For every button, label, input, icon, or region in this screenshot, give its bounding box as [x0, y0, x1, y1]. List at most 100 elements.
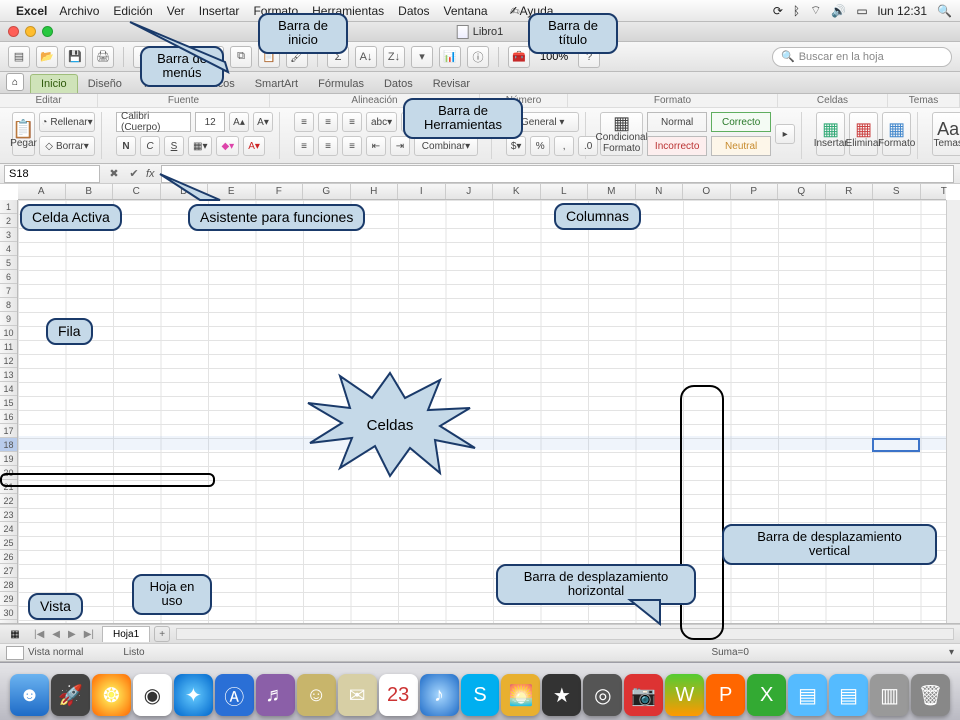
toolbox-button[interactable]: 🧰: [508, 46, 530, 68]
row-6[interactable]: 6: [0, 270, 17, 284]
column-headers[interactable]: ABCDEFGHIJKLMNOPQRST: [18, 184, 946, 200]
row-9[interactable]: 9: [0, 312, 17, 326]
paste-big-button[interactable]: 📋Pegar: [12, 112, 35, 156]
font-size[interactable]: 12: [195, 112, 225, 132]
docx-icon[interactable]: ▤: [788, 674, 827, 716]
docx2-icon[interactable]: ▤: [829, 674, 868, 716]
launchpad-icon[interactable]: 🚀: [51, 674, 90, 716]
wifi-icon[interactable]: ⌔: [810, 3, 821, 18]
col-P[interactable]: P: [731, 184, 779, 199]
merge-button[interactable]: Combinar ▾: [414, 136, 478, 156]
orientation-button[interactable]: abc▾: [366, 112, 397, 132]
menu-archivo[interactable]: Archivo: [59, 4, 99, 18]
col-D[interactable]: D: [161, 184, 209, 199]
row-headers[interactable]: 1234567891011121314151617181920212223242…: [0, 200, 18, 623]
font-select[interactable]: Calibri (Cuerpo): [116, 112, 191, 132]
col-B[interactable]: B: [66, 184, 114, 199]
row-11[interactable]: 11: [0, 340, 17, 354]
row-13[interactable]: 13: [0, 368, 17, 382]
indent-dec-button[interactable]: ⇤: [366, 136, 386, 156]
row-25[interactable]: 25: [0, 536, 17, 550]
minimize-window-button[interactable]: [25, 26, 36, 37]
col-R[interactable]: R: [826, 184, 874, 199]
tab-datos[interactable]: Datos: [374, 75, 423, 93]
formula-bar[interactable]: [161, 165, 954, 183]
row-16[interactable]: 16: [0, 410, 17, 424]
col-Q[interactable]: Q: [778, 184, 826, 199]
delete-cells-button[interactable]: ▦Eliminar: [849, 112, 878, 156]
name-box[interactable]: S18: [4, 165, 100, 183]
align-center-button[interactable]: ≡: [318, 136, 338, 156]
file-icon[interactable]: ▥: [870, 674, 909, 716]
align-bot-button[interactable]: ≡: [342, 112, 362, 132]
tab-smartart[interactable]: SmartArt: [245, 75, 308, 93]
chrome-icon[interactable]: ◉: [133, 674, 172, 716]
save-button[interactable]: 💾: [64, 46, 86, 68]
currency-button[interactable]: $▾: [506, 136, 526, 156]
align-left-button[interactable]: ≡: [294, 136, 314, 156]
show-formulas-button[interactable]: ⓘ: [467, 46, 489, 68]
comma-button[interactable]: ,: [554, 136, 574, 156]
trash-icon[interactable]: 🗑: [911, 674, 950, 716]
align-right-button[interactable]: ≡: [342, 136, 362, 156]
nav-last[interactable]: ▶|: [84, 629, 94, 640]
nav-first[interactable]: |◀: [34, 629, 44, 640]
aperture-icon[interactable]: ◎: [583, 674, 622, 716]
grow-font-button[interactable]: A▴: [229, 112, 249, 132]
nav-next[interactable]: ▶: [68, 629, 76, 640]
row-30[interactable]: 30: [0, 606, 17, 620]
menu-datos[interactable]: Datos: [398, 4, 429, 18]
chart-button[interactable]: 📊: [439, 46, 461, 68]
calendar-icon[interactable]: 23: [379, 674, 418, 716]
row-29[interactable]: 29: [0, 592, 17, 606]
style-neutral[interactable]: Neutral: [711, 136, 771, 156]
fx-icon[interactable]: fx: [146, 168, 155, 180]
mail-icon[interactable]: ✉: [338, 674, 377, 716]
rellenar-button[interactable]: ◔ Rellenar ▾: [39, 112, 95, 132]
bold-button[interactable]: N: [116, 136, 136, 156]
row-3[interactable]: 3: [0, 228, 17, 242]
sort-desc-button[interactable]: Z↓: [383, 46, 405, 68]
imovie-icon[interactable]: ★: [542, 674, 581, 716]
col-M[interactable]: M: [588, 184, 636, 199]
menu-ventana[interactable]: Ventana: [444, 4, 488, 18]
col-A[interactable]: A: [18, 184, 66, 199]
row-7[interactable]: 7: [0, 284, 17, 298]
music-icon[interactable]: ♪: [420, 674, 459, 716]
horizontal-scrollbar[interactable]: [176, 628, 954, 640]
status-expand[interactable]: ▾: [949, 647, 954, 658]
italic-button[interactable]: C: [140, 136, 160, 156]
row-17[interactable]: 17: [0, 424, 17, 438]
tab-diseno[interactable]: Diseño: [78, 75, 132, 93]
col-J[interactable]: J: [446, 184, 494, 199]
app-name[interactable]: Excel: [16, 4, 47, 18]
row-19[interactable]: 19: [0, 452, 17, 466]
insert-cells-button[interactable]: ▦Insertar: [816, 112, 845, 156]
bluetooth-icon[interactable]: ᛒ: [793, 4, 800, 18]
excel-icon[interactable]: X: [747, 674, 786, 716]
col-N[interactable]: N: [636, 184, 684, 199]
col-H[interactable]: H: [351, 184, 399, 199]
border-button[interactable]: ▦▾: [188, 136, 212, 156]
open-button[interactable]: 📂: [36, 46, 58, 68]
row-23[interactable]: 23: [0, 508, 17, 522]
fill-color-button[interactable]: ◆▾: [216, 136, 239, 156]
volume-icon[interactable]: 🔊: [831, 4, 846, 18]
menu-edicion[interactable]: Edición: [113, 4, 152, 18]
row-4[interactable]: 4: [0, 242, 17, 256]
align-top-button[interactable]: ≡: [294, 112, 314, 132]
nav-prev[interactable]: ◀: [52, 629, 60, 640]
home-icon[interactable]: ⌂: [6, 73, 24, 91]
close-window-button[interactable]: [8, 26, 19, 37]
sync-icon[interactable]: ⟳: [773, 4, 783, 18]
row-5[interactable]: 5: [0, 256, 17, 270]
styles-more-button[interactable]: ▸: [775, 124, 795, 144]
row-14[interactable]: 14: [0, 382, 17, 396]
row-2[interactable]: 2: [0, 214, 17, 228]
conditional-format-button[interactable]: ▦CondicionalFormato: [600, 112, 643, 156]
underline-button[interactable]: S: [164, 136, 184, 156]
skype-icon[interactable]: S: [461, 674, 500, 716]
view-mode-icon[interactable]: ▦: [10, 629, 19, 640]
clock[interactable]: lun 12:31: [878, 4, 927, 18]
appstore-icon[interactable]: Ⓐ: [215, 674, 254, 716]
